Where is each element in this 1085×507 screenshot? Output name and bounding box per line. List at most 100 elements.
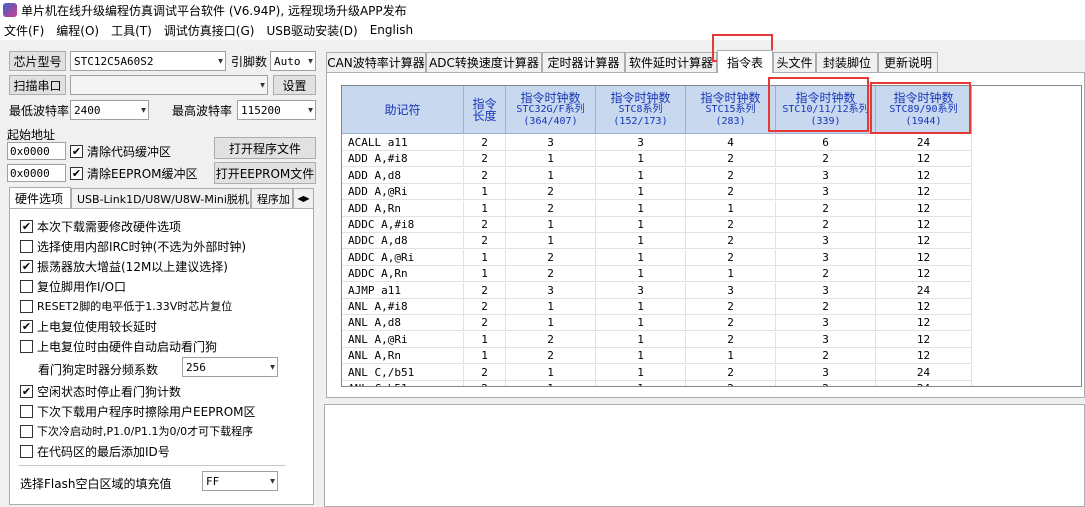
cell-length: 2 (464, 167, 506, 184)
table-row[interactable]: ANL A,Rn 1 2 1 1 2 12 (342, 348, 972, 365)
option-checkbox[interactable]: 复位脚用作I/O口 (20, 278, 126, 295)
tab-header-file[interactable]: 头文件 (773, 52, 816, 72)
port-select[interactable]: ▼ (70, 75, 268, 95)
tab-usb-link-offline[interactable]: USB-Link1D/U8W/U8W-Mini脱机 (71, 188, 251, 208)
tab-instruction-table[interactable]: 指令表 (717, 50, 773, 73)
cell-length: 1 (464, 184, 506, 201)
table-row[interactable]: ADD A,Rn 1 2 1 1 2 12 (342, 200, 972, 217)
option-checkbox[interactable]: 下次下载用户程序时擦除用户EEPROM区 (20, 403, 256, 420)
pin-count-label: 引脚数 (231, 55, 268, 69)
option-checkbox[interactable]: ✔ 本次下载需要修改硬件选项 (20, 218, 181, 235)
cell-mnemonic: ADD A,Rn (342, 200, 464, 217)
pin-count-value: Auto (274, 54, 301, 68)
option-checkbox[interactable]: 下次冷启动时,P1.0/P1.1为0/0才可下载程序 (20, 423, 253, 439)
table-row[interactable]: ANL C,b512112224 (342, 381, 972, 386)
option-checkbox[interactable]: 选择使用内部IRC时钟(不选为外部时钟) (20, 238, 246, 255)
cell-stc89: 12 (876, 233, 972, 250)
chevron-down-icon: ▼ (141, 105, 146, 115)
cell-stc12: 3 (776, 167, 876, 184)
cell-stc32: 2 (506, 331, 596, 348)
cell-stc8: 1 (596, 200, 686, 217)
min-baud-label: 最低波特率 (9, 104, 70, 118)
menu-bar: 文件(F) 编程(O) 工具(T) 调试仿真接口(G) USB驱动安装(D) E… (0, 20, 1085, 40)
tab-hardware-options[interactable]: 硬件选项 (9, 187, 71, 208)
tab-scroll-arrows[interactable]: ◀ ▶ (293, 188, 314, 208)
cell-stc89: 12 (876, 348, 972, 365)
cell-stc15: 4 (686, 135, 776, 151)
chip-model-select[interactable]: STC12C5A60S2 ▼ (70, 51, 226, 71)
tab-delay-calculator[interactable]: 软件延时计算器 (625, 52, 717, 72)
cell-mnemonic: ANL A,Rn (342, 348, 464, 365)
column-header-length[interactable]: 指令长度 (464, 86, 506, 134)
table-row[interactable]: ANL A,#i8 2 1 1 2 2 12 (342, 299, 972, 315)
menu-usb-driver[interactable]: USB驱动安装(D) (266, 22, 357, 39)
tab-package-pinout[interactable]: 封装脚位 (816, 52, 878, 72)
column-header-stc15[interactable]: 指令时钟数 STC15系列 (283) (686, 86, 776, 134)
chevron-down-icon: ▼ (270, 476, 275, 486)
tab-adc-speed-calculator[interactable]: ADC转换速度计算器 (426, 52, 542, 72)
min-baud-select[interactable]: 2400 ▼ (70, 100, 149, 120)
table-row[interactable]: ACALL a11 2 3 3 4 6 24 (342, 135, 972, 151)
pin-count-select[interactable]: Auto ▼ (270, 51, 316, 71)
option-label: RESET2脚的电平低于1.33V时芯片复位 (37, 300, 233, 313)
menu-tools[interactable]: 工具(T) (111, 22, 152, 39)
option-checkbox[interactable]: 上电复位时由硬件自动启动看门狗 (20, 338, 217, 355)
table-row[interactable]: ADD A,#i8 2 1 1 2 2 12 (342, 151, 972, 168)
option-checkbox[interactable]: ✔ 振荡器放大增益(12M以上建议选择) (20, 258, 228, 275)
column-header-mnemonic[interactable]: 助记符 (342, 86, 464, 134)
tab-can-baud-calculator[interactable]: CAN波特率计算器 (326, 52, 426, 72)
cell-length: 2 (464, 217, 506, 233)
settings-button[interactable]: 设置 (273, 75, 316, 95)
column-header-stc8[interactable]: 指令时钟数 STC8系列 (152/173) (596, 86, 686, 134)
cell-stc8: 1 (596, 167, 686, 184)
tab-release-notes[interactable]: 更新说明 (878, 52, 938, 72)
table-row[interactable]: ADDC A,d8 2 1 1 2 3 12 (342, 233, 972, 250)
column-header-stc12[interactable]: 指令时钟数 STC10/11/12系列 (339) (776, 86, 876, 134)
option-checkbox[interactable]: 在代码区的最后添加ID号 (20, 443, 170, 460)
chevron-right-icon[interactable]: ▶ (304, 194, 310, 203)
clear-eeprom-checkbox[interactable]: ✔ 清除EEPROM缓冲区 (70, 165, 198, 182)
menu-debug[interactable]: 调试仿真接口(G) (164, 22, 255, 39)
cell-stc32: 1 (506, 299, 596, 315)
menu-english[interactable]: English (370, 23, 413, 37)
cell-stc89: 12 (876, 315, 972, 332)
cell-mnemonic: ADDC A,d8 (342, 233, 464, 250)
tab-program-add[interactable]: 程序加 (251, 188, 293, 208)
option-checkbox[interactable]: ✔ 上电复位使用较长延时 (20, 318, 157, 335)
open-eeprom-file-button[interactable]: 打开EEPROM文件 (214, 162, 316, 184)
option-checkbox[interactable]: RESET2脚的电平低于1.33V时芯片复位 (20, 298, 232, 314)
scan-port-button[interactable]: 扫描串口 (9, 75, 66, 95)
cell-stc15: 2 (686, 151, 776, 168)
column-header-stc32[interactable]: 指令时钟数 STC32G/F系列 (364/407) (506, 86, 596, 134)
table-row[interactable]: ADDC A,#i8 2 1 1 2 2 12 (342, 217, 972, 233)
table-row[interactable]: ADD A,@Ri 1 2 1 2 3 12 (342, 184, 972, 201)
chip-model-button[interactable]: 芯片型号 (9, 51, 66, 71)
checkbox-checked-icon: ✔ (20, 320, 33, 333)
table-row[interactable]: ADDC A,@Ri 1 2 1 2 3 12 (342, 249, 972, 266)
table-row[interactable]: ANL A,@Ri 1 2 1 2 3 12 (342, 331, 972, 348)
instruction-table[interactable]: 助记符 指令长度 指令时钟数 STC32G/F系列 (364/407) 指令时钟数… (341, 85, 1082, 387)
menu-program[interactable]: 编程(O) (56, 22, 99, 39)
clear-code-checkbox[interactable]: ✔ 清除代码缓冲区 (70, 143, 171, 160)
cell-stc89: 12 (876, 151, 972, 168)
table-row[interactable]: ADD A,d8 2 1 1 2 3 12 (342, 167, 972, 184)
tab-timer-calculator[interactable]: 定时器计算器 (542, 52, 625, 72)
cell-mnemonic: ANL A,#i8 (342, 299, 464, 315)
max-baud-select[interactable]: 115200 ▼ (237, 100, 316, 120)
table-row[interactable]: ANL C,/b51 2 1 1 2 3 24 (342, 364, 972, 381)
open-program-file-button[interactable]: 打开程序文件 (214, 137, 316, 159)
table-row[interactable]: ANL A,d8 2 1 1 2 3 12 (342, 315, 972, 332)
menu-file[interactable]: 文件(F) (4, 22, 44, 39)
flash-fill-select[interactable]: FF ▼ (202, 471, 278, 491)
cell-stc12: 2 (776, 151, 876, 168)
cell-mnemonic: ADD A,d8 (342, 167, 464, 184)
eeprom-address-input[interactable]: 0x0000 (7, 164, 66, 182)
wdt-prescaler-select[interactable]: 256 ▼ (182, 357, 278, 377)
column-header-stc89[interactable]: 指令时钟数 STC89/90系列 (1944) (876, 86, 972, 134)
option-checkbox[interactable]: ✔ 空闲状态时停止看门狗计数 (20, 383, 181, 400)
table-row[interactable]: ADDC A,Rn 1 2 1 1 2 12 (342, 266, 972, 283)
output-log-panel[interactable] (324, 404, 1085, 507)
code-address-input[interactable]: 0x0000 (7, 142, 66, 160)
cell-stc15: 2 (686, 331, 776, 348)
table-row[interactable]: AJMP a11 2 3 3 3 3 24 (342, 282, 972, 299)
